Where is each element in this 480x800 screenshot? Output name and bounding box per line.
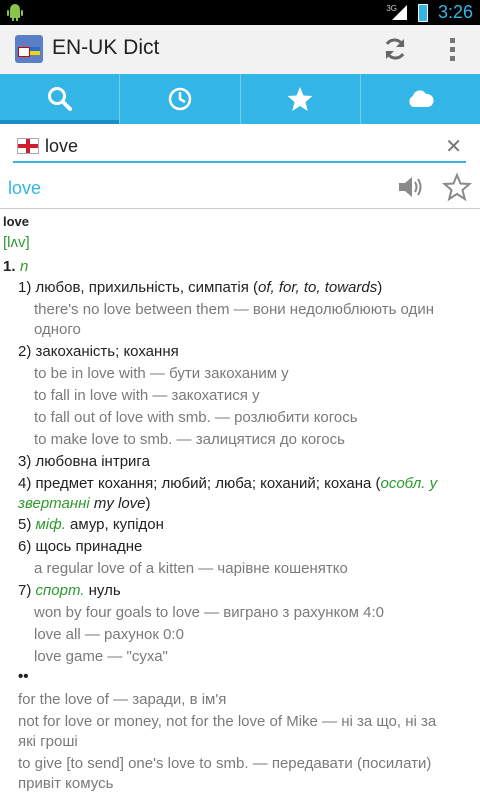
sense-text: щось принадне — [35, 538, 143, 555]
overflow-dot-icon — [449, 46, 455, 52]
overflow-dot-icon — [449, 55, 455, 61]
app-title: EN-UK Dict — [52, 36, 160, 59]
sense-6: 6) щось принадне — [18, 538, 142, 555]
app-icon[interactable] — [15, 35, 43, 63]
entry-headword: love — [3, 214, 30, 229]
idiom: привіт комусь — [18, 775, 114, 792]
example: a regular love of a kitten — чарівне кош… — [34, 560, 348, 577]
example: love game — "суха" — [34, 648, 168, 665]
sense-paren: ) — [377, 279, 383, 296]
ua-flag-icon — [30, 47, 40, 55]
sense-4: 4) предмет кохання; любий; люба; коханий… — [18, 475, 437, 492]
example: love all — рахунок 0:0 — [34, 626, 184, 643]
clock-icon — [168, 87, 192, 111]
divider — [0, 208, 480, 209]
example: to be in love with — бути закоханим у — [34, 365, 289, 382]
sense-paren: ) — [145, 495, 151, 512]
example: to fall in love with — закохатися у — [34, 387, 260, 404]
search-field: ✕ — [13, 131, 466, 163]
sense-7: 7) спорт. нуль — [18, 582, 121, 599]
usage-label: звертанні — [18, 495, 90, 512]
sense-text: любов, прихильність, симпатія ( — [35, 279, 258, 296]
sense-text: любовна інтрига — [35, 453, 150, 470]
idiom: to give [to send] one's love to smb. — п… — [18, 755, 432, 772]
sense-1: 1) любов, прихильність, симпатія (of, fo… — [18, 279, 382, 296]
sense-preposition: of, for, to, towards — [258, 279, 378, 296]
example: to make love to smb. — залицятися до ког… — [34, 431, 345, 448]
sense-text: нуль — [88, 582, 121, 599]
battery-icon — [418, 4, 428, 22]
sense-number: 1) — [18, 279, 32, 296]
sense-number: 7) — [18, 582, 32, 599]
sense-text: амур, купідон — [70, 516, 164, 533]
sense-2: 2) закоханість; кохання — [18, 343, 179, 360]
sense-text: предмет кохання; любий; люба; коханий; к… — [35, 475, 381, 492]
sense-3: 3) любовна інтрига — [18, 453, 150, 470]
uk-flag-icon[interactable] — [17, 138, 39, 154]
search-icon — [47, 87, 72, 111]
clear-icon[interactable]: ✕ — [445, 134, 462, 159]
usage-label: спорт. — [35, 582, 85, 599]
idiom: not for love or money, not for the love … — [18, 713, 437, 730]
idiom: for the love of — заради, в ім'я — [18, 691, 227, 708]
sense-number: 4) — [18, 475, 32, 492]
sense-number: 2) — [18, 343, 32, 360]
signal-icon — [392, 5, 407, 20]
sense-number: 5) — [18, 516, 32, 533]
pos-number: 1. — [3, 258, 16, 275]
transcription: [lʌv] — [3, 234, 30, 251]
word-title: love — [8, 178, 42, 198]
sense-4-continued: звертанні my love) — [18, 495, 151, 512]
search-input[interactable] — [45, 133, 425, 159]
refresh-icon — [385, 38, 405, 60]
tab-search[interactable] — [0, 74, 121, 124]
refresh-button[interactable] — [380, 34, 410, 64]
part-of-speech: n — [20, 258, 29, 275]
overflow-menu-button[interactable] — [440, 34, 464, 64]
sense-5: 5) міф. амур, купідон — [18, 516, 164, 533]
android-notification-icon — [7, 4, 23, 21]
sense-number: 3) — [18, 453, 32, 470]
star-outline-icon[interactable] — [442, 172, 472, 202]
uk-flag-icon — [18, 47, 30, 57]
sense-example-inline: my love — [93, 495, 146, 512]
sense-number: 6) — [18, 538, 32, 555]
tab-history[interactable] — [120, 74, 241, 124]
example: to fall out of love with smb. — розлюбит… — [34, 409, 358, 426]
example: there's no love between them — вони недо… — [34, 301, 434, 318]
tab-cloud[interactable] — [361, 74, 480, 124]
status-time: 3:26 — [437, 2, 473, 22]
usage-label: особл. у — [380, 475, 438, 492]
overflow-dot-icon — [449, 37, 455, 43]
action-bar: EN-UK Dict — [0, 25, 480, 75]
idioms-marker: •• — [18, 668, 29, 685]
star-icon — [287, 87, 313, 111]
example: won by four goals to love — виграно з ра… — [34, 604, 384, 621]
tab-favorites[interactable] — [241, 74, 361, 124]
speaker-icon[interactable] — [396, 172, 426, 202]
cloud-icon — [409, 90, 434, 107]
usage-label: міф. — [35, 516, 66, 533]
sense-text: закоханість; кохання — [35, 343, 179, 360]
idiom: які гроші — [18, 733, 78, 750]
tab-bar — [0, 74, 480, 124]
example: одного — [34, 321, 81, 338]
status-bar: 3G 3:26 — [0, 0, 480, 25]
